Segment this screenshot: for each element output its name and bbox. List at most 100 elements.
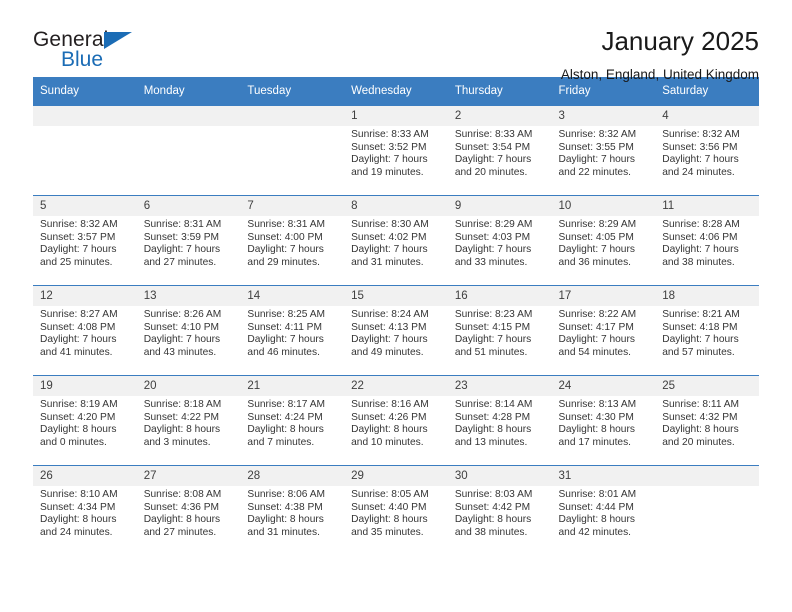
calendar-day-cell[interactable]: 26 Sunrise: 8:10 AM Sunset: 4:34 PM Dayligh…: [33, 465, 137, 555]
calendar-day-cell[interactable]: 31 Sunrise: 8:01 AM Sunset: 4:44 PM Dayligh…: [551, 465, 656, 555]
daylight-text-line1: Daylight: 7 hours: [143, 334, 221, 346]
calendar-day-cell[interactable]: 19 Sunrise: 8:19 AM Sunset: 4:20 PM Dayligh…: [33, 375, 137, 466]
daylight-text-line1: Daylight: 8 hours: [143, 514, 221, 526]
sunrise-text: Sunrise: 8:25 AM: [247, 309, 325, 320]
day-details: Sunrise: 8:28 AM Sunset: 4:06 PM Daylight:…: [655, 216, 759, 270]
calendar-day-cell[interactable]: 22 Sunrise: 8:16 AM Sunset: 4:26 PM Dayligh…: [344, 375, 448, 466]
calendar-day-cell[interactable]: 2 Sunrise: 8:33 AM Sunset: 3:54 PM Daylight…: [447, 105, 552, 196]
sunrise-text: Sunrise: 8:17 AM: [247, 399, 325, 410]
day-number: 4: [655, 106, 759, 126]
day-cell-inner: 19 Sunrise: 8:19 AM Sunset: 4:20 PM Dayligh…: [33, 376, 137, 465]
daylight-text-line1: Daylight: 7 hours: [454, 334, 532, 346]
calendar-day-cell[interactable]: 13 Sunrise: 8:26 AM Sunset: 4:10 PM Dayligh…: [136, 285, 241, 376]
sunrise-text: Sunrise: 8:33 AM: [454, 129, 533, 140]
calendar-day-cell[interactable]: 27 Sunrise: 8:08 AM Sunset: 4:36 PM Dayligh…: [136, 465, 241, 555]
sunrise-text: Sunrise: 8:33 AM: [351, 129, 429, 140]
daylight-text-line1: Daylight: 7 hours: [558, 244, 635, 256]
day-cell-inner: 10 Sunrise: 8:29 AM Sunset: 4:05 PM Dayligh…: [551, 196, 656, 285]
calendar-day-cell[interactable]: 10 Sunrise: 8:29 AM Sunset: 4:05 PM Dayligh…: [551, 195, 656, 286]
calendar-day-cell[interactable]: 15 Sunrise: 8:24 AM Sunset: 4:13 PM Dayligh…: [344, 285, 448, 376]
day-details: Sunrise: 8:29 AM Sunset: 4:05 PM Daylight:…: [552, 216, 656, 270]
daylight-text-line2: and 7 minutes.: [247, 437, 315, 449]
calendar-day-cell[interactable]: 4 Sunrise: 8:32 AM Sunset: 3:56 PM Daylight…: [655, 105, 759, 196]
sunrise-text: Sunrise: 8:08 AM: [143, 489, 222, 500]
calendar-empty-cell: [655, 465, 759, 555]
sunset-text: Sunset: 4:22 PM: [143, 411, 220, 423]
day-details: Sunrise: 8:32 AM Sunset: 3:56 PM Daylight:…: [655, 126, 759, 180]
sunset-text: Sunset: 3:57 PM: [40, 231, 116, 243]
sunset-text: Sunset: 3:52 PM: [351, 141, 427, 153]
day-cell-inner: 23 Sunrise: 8:14 AM Sunset: 4:28 PM Dayligh…: [447, 376, 552, 465]
calendar-day-cell[interactable]: 29 Sunrise: 8:05 AM Sunset: 4:40 PM Dayligh…: [344, 465, 448, 555]
day-number: [33, 106, 137, 126]
sunrise-text: Sunrise: 8:23 AM: [454, 309, 533, 320]
day-cell-inner: 21 Sunrise: 8:17 AM Sunset: 4:24 PM Dayligh…: [240, 376, 345, 465]
sunset-text: Sunset: 4:38 PM: [247, 501, 323, 513]
daylight-text-line1: Daylight: 8 hours: [351, 424, 428, 436]
calendar-day-cell[interactable]: 9 Sunrise: 8:29 AM Sunset: 4:03 PM Daylight…: [447, 195, 552, 286]
calendar-day-cell[interactable]: 3 Sunrise: 8:32 AM Sunset: 3:55 PM Daylight…: [551, 105, 656, 196]
logo-text-blue: Blue: [61, 48, 104, 71]
day-cell-inner: [655, 466, 759, 555]
day-details: Sunrise: 8:24 AM Sunset: 4:13 PM Daylight:…: [344, 306, 448, 360]
calendar-day-cell[interactable]: 7 Sunrise: 8:31 AM Sunset: 4:00 PM Daylight…: [240, 195, 345, 286]
calendar-day-cell[interactable]: 5 Sunrise: 8:32 AM Sunset: 3:57 PM Daylight…: [33, 195, 137, 286]
sunrise-text: Sunrise: 8:31 AM: [143, 219, 222, 230]
calendar-day-cell[interactable]: 20 Sunrise: 8:18 AM Sunset: 4:22 PM Dayligh…: [136, 375, 241, 466]
calendar-day-cell[interactable]: 18 Sunrise: 8:21 AM Sunset: 4:18 PM Dayligh…: [655, 285, 759, 376]
calendar-page: General Blue January 2025 Alston, Englan…: [0, 0, 792, 612]
calendar-day-cell[interactable]: 12 Sunrise: 8:27 AM Sunset: 4:08 PM Dayligh…: [33, 285, 137, 376]
sunrise-text: Sunrise: 8:05 AM: [351, 489, 429, 500]
sunrise-text: Sunrise: 8:29 AM: [454, 219, 533, 230]
daylight-text-line1: Daylight: 8 hours: [143, 424, 221, 436]
sunset-text: Sunset: 4:05 PM: [558, 231, 634, 243]
calendar-day-cell[interactable]: 25 Sunrise: 8:11 AM Sunset: 4:32 PM Dayligh…: [655, 375, 759, 466]
calendar-day-cell[interactable]: 24 Sunrise: 8:13 AM Sunset: 4:30 PM Dayligh…: [551, 375, 656, 466]
calendar-day-cell[interactable]: 6 Sunrise: 8:31 AM Sunset: 3:59 PM Daylight…: [136, 195, 241, 286]
day-cell-inner: [136, 106, 241, 195]
calendar-day-cell[interactable]: 16 Sunrise: 8:23 AM Sunset: 4:15 PM Dayligh…: [447, 285, 552, 376]
day-details: Sunrise: 8:26 AM Sunset: 4:10 PM Daylight:…: [137, 306, 241, 360]
daylight-text-line1: Daylight: 7 hours: [662, 334, 739, 346]
day-details: Sunrise: 8:01 AM Sunset: 4:44 PM Daylight:…: [552, 486, 656, 540]
day-cell-inner: 17 Sunrise: 8:22 AM Sunset: 4:17 PM Dayligh…: [551, 286, 656, 375]
daylight-text-line2: and 38 minutes.: [454, 527, 528, 539]
calendar-day-cell[interactable]: 14 Sunrise: 8:25 AM Sunset: 4:11 PM Dayligh…: [240, 285, 345, 376]
sunrise-sunset-calendar: Sunday Monday Tuesday Wednesday Thursday…: [33, 77, 759, 555]
sunrise-text: Sunrise: 8:22 AM: [558, 309, 637, 320]
daylight-text-line2: and 22 minutes.: [558, 167, 632, 179]
sunset-text: Sunset: 4:30 PM: [558, 411, 634, 423]
calendar-day-cell[interactable]: 11 Sunrise: 8:28 AM Sunset: 4:06 PM Dayligh…: [655, 195, 759, 286]
day-number: 26: [33, 466, 137, 486]
day-details: Sunrise: 8:31 AM Sunset: 3:59 PM Daylight:…: [137, 216, 241, 270]
day-number: 18: [655, 286, 759, 306]
calendar-week-row: 19 Sunrise: 8:19 AM Sunset: 4:20 PM Dayligh…: [33, 375, 759, 466]
day-number: 13: [136, 286, 241, 306]
day-cell-inner: 13 Sunrise: 8:26 AM Sunset: 4:10 PM Dayligh…: [136, 286, 241, 375]
calendar-day-cell[interactable]: 1 Sunrise: 8:33 AM Sunset: 3:52 PM Daylight…: [344, 105, 448, 196]
daylight-text-line1: Daylight: 8 hours: [247, 514, 324, 526]
day-cell-inner: 30 Sunrise: 8:03 AM Sunset: 4:42 PM Dayligh…: [447, 466, 552, 555]
daylight-text-line2: and 33 minutes.: [454, 257, 528, 269]
daylight-text-line2: and 49 minutes.: [351, 347, 424, 359]
calendar-day-cell[interactable]: 21 Sunrise: 8:17 AM Sunset: 4:24 PM Dayligh…: [240, 375, 345, 466]
calendar-day-cell[interactable]: 28 Sunrise: 8:06 AM Sunset: 4:38 PM Dayligh…: [240, 465, 345, 555]
sunrise-text: Sunrise: 8:10 AM: [40, 489, 118, 500]
calendar-week-row: 1 Sunrise: 8:33 AM Sunset: 3:52 PM Daylight…: [33, 105, 759, 196]
daylight-text-line2: and 54 minutes.: [558, 347, 632, 359]
daylight-text-line2: and 27 minutes.: [143, 527, 217, 539]
calendar-day-cell[interactable]: 23 Sunrise: 8:14 AM Sunset: 4:28 PM Dayligh…: [447, 375, 552, 466]
day-number: 30: [447, 466, 552, 486]
day-cell-inner: 11 Sunrise: 8:28 AM Sunset: 4:06 PM Dayligh…: [655, 196, 759, 285]
day-details: Sunrise: 8:32 AM Sunset: 3:57 PM Daylight:…: [33, 216, 137, 270]
calendar-day-cell[interactable]: 30 Sunrise: 8:03 AM Sunset: 4:42 PM Dayligh…: [447, 465, 552, 555]
general-blue-logo[interactable]: General Blue: [33, 26, 143, 72]
calendar-day-cell[interactable]: 17 Sunrise: 8:22 AM Sunset: 4:17 PM Dayligh…: [551, 285, 656, 376]
day-number: 10: [551, 196, 656, 216]
sunset-text: Sunset: 4:32 PM: [662, 411, 738, 423]
calendar-day-cell[interactable]: 8 Sunrise: 8:30 AM Sunset: 4:02 PM Daylight…: [344, 195, 448, 286]
sunrise-text: Sunrise: 8:32 AM: [662, 129, 740, 140]
daylight-text-line2: and 31 minutes.: [351, 257, 424, 269]
day-cell-inner: 6 Sunrise: 8:31 AM Sunset: 3:59 PM Daylight…: [136, 196, 241, 285]
day-number: 28: [240, 466, 345, 486]
